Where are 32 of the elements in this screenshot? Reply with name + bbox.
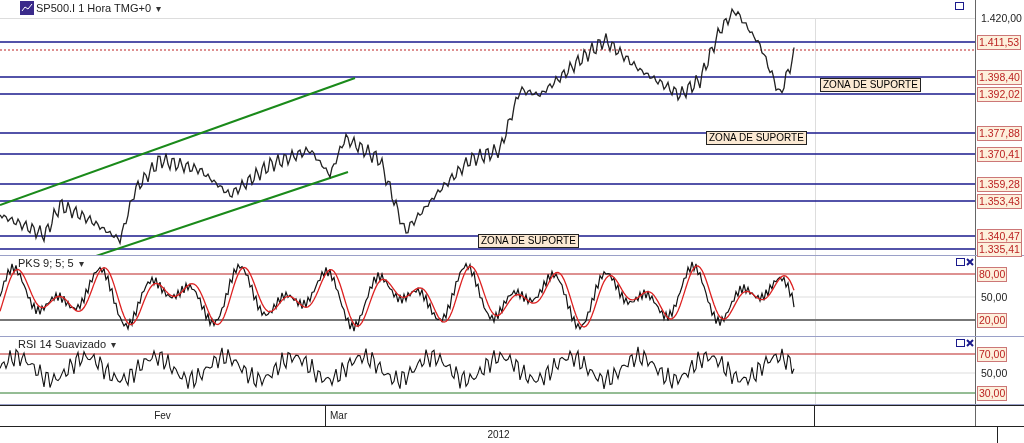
axis-tick: 50,00 — [981, 291, 1008, 303]
maximize-icon[interactable] — [955, 2, 964, 10]
band-value-label: 20,00 — [977, 313, 1008, 328]
level-price-label: 1.353,43 — [977, 194, 1022, 209]
zone-label: ZONA DE SUPORTE — [706, 131, 807, 145]
maximize-icon[interactable] — [956, 258, 965, 266]
zone-label: ZONA DE SUPORTE — [820, 78, 921, 92]
caret-icon[interactable]: ▾ — [78, 257, 84, 269]
year-label: 2012 — [0, 427, 998, 443]
level-price-label: 1.359,28 — [977, 177, 1022, 192]
level-price-label: 1.335,41 — [977, 242, 1022, 257]
maximize-icon[interactable] — [956, 339, 965, 347]
close-icon[interactable] — [966, 339, 974, 347]
month-label: Mar — [326, 406, 815, 426]
close-icon[interactable] — [966, 258, 974, 266]
level-price-label: 1.370,41 — [977, 147, 1022, 162]
level-price-label: 1.377,88 — [977, 126, 1022, 141]
month-label: Fev — [0, 406, 326, 426]
axis-tick: 1.420,00 — [981, 12, 1022, 24]
zone-label: ZONA DE SUPORTE — [478, 234, 579, 248]
indicator-title[interactable]: RSI 14 Suavizado — [18, 338, 107, 350]
band-value-label: 70,00 — [977, 347, 1008, 362]
level-price-label: 1.398,40 — [977, 70, 1022, 85]
axis-tick: 50,00 — [981, 367, 1008, 379]
level-price-label: 1.392,02 — [977, 87, 1022, 102]
caret-icon[interactable]: ▾ — [111, 338, 117, 350]
band-value-label: 30,00 — [977, 386, 1008, 401]
chart-title[interactable]: SP500.I 1 Hora TMG+0 — [36, 2, 152, 14]
band-value-label: 80,00 — [977, 267, 1008, 282]
level-price-label: 1.411,53 — [977, 35, 1022, 50]
caret-icon[interactable]: ▾ — [156, 2, 162, 14]
indicator-title[interactable]: PKS 9; 5; 5 — [18, 257, 74, 269]
